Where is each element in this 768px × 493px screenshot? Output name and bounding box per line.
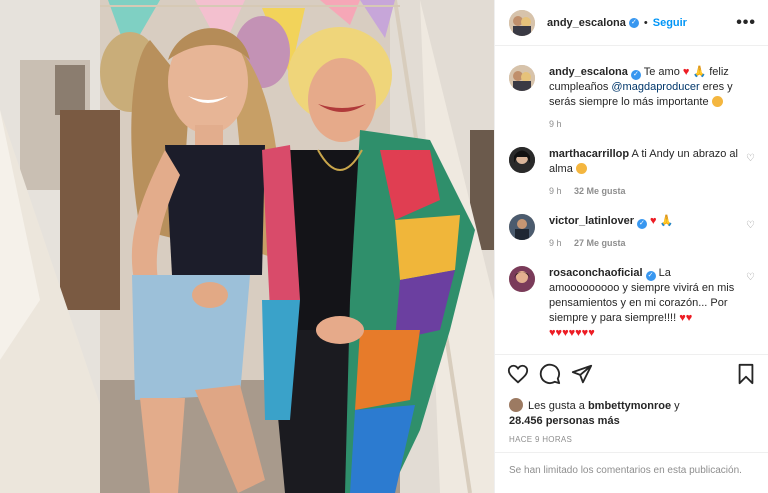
caption-body: andy_escalona ✓ Te amo ♥ 🙏 feliz cumpleañ… (549, 65, 739, 129)
red-heart-emoji: ♥ (682, 66, 690, 78)
verified-icon: ✓ (645, 271, 656, 281)
likes-summary: Les gusta a bmbettymonroe y 28.456 perso… (509, 398, 759, 429)
comments-list[interactable]: andy_escalona ✓ Te amo ♥ 🙏 feliz cumpleañ… (495, 47, 768, 353)
comment-avatar-image (509, 266, 535, 292)
caption-meta: 9 h (549, 119, 739, 129)
comment-text: victor_latinlover ✓ ♥ 🙏 (549, 214, 739, 229)
post-timestamp[interactable]: HACE 9 HORAS (509, 435, 572, 444)
comment-username[interactable]: victor_latinlover (549, 215, 634, 227)
like-comment-heart-icon[interactable]: ♡ (746, 153, 755, 164)
likes-count[interactable]: 28.456 personas más (509, 415, 620, 427)
instagram-post: andy_escalona ✓ • Seguir ••• andy_escalo… (0, 0, 768, 493)
comment-avatar-image (509, 147, 535, 173)
heart-icon[interactable] (507, 363, 529, 385)
caption-avatar[interactable] (509, 65, 535, 91)
caption-avatar-image (509, 65, 535, 91)
separator-dot: • (643, 16, 648, 29)
comment-avatar[interactable] (509, 214, 535, 240)
comment-avatar-image (509, 214, 535, 240)
comment-item: marthacarrillop A ti Andy un abrazo al a… (509, 147, 755, 196)
comment-avatar[interactable] (509, 266, 535, 292)
caption-text: andy_escalona ✓ Te amo ♥ 🙏 feliz cumpleañ… (549, 65, 739, 110)
heart-eyes-emoji (575, 163, 587, 174)
comment-time: 9 h (549, 186, 562, 196)
liker-avatar[interactable] (509, 398, 523, 412)
more-icon[interactable]: ••• (736, 14, 756, 30)
comment-body: marthacarrillop A ti Andy un abrazo al a… (549, 147, 739, 196)
red-heart-emoji: ♥♥ (679, 312, 693, 324)
action-bar (495, 354, 768, 398)
comments-limited-notice: Se han limitado los comentarios en esta … (495, 452, 768, 493)
bookmark-icon[interactable] (735, 363, 757, 385)
share-icon[interactable] (571, 363, 593, 385)
author-avatar[interactable] (509, 9, 535, 36)
praying-hands-emoji: 🙏 (659, 215, 674, 227)
comment-text: marthacarrillop A ti Andy un abrazo al a… (549, 147, 739, 177)
comment-body: victor_latinlover ✓ ♥ 🙏 9 h 27 Me gusta (549, 214, 739, 248)
comment-item: rosaconchaoficial ✓ La amooooooooo y siem… (509, 266, 755, 341)
verified-icon: ✓ (628, 17, 639, 28)
comment-icon[interactable] (539, 363, 561, 385)
follow-button[interactable]: Seguir (653, 17, 687, 29)
caption-username[interactable]: andy_escalona (549, 66, 628, 78)
liker-username[interactable]: bmbettymonroe (588, 400, 671, 412)
like-comment-heart-icon[interactable]: ♡ (746, 220, 755, 231)
caption-time: 9 h (549, 119, 562, 129)
comment-username[interactable]: marthacarrillop (549, 148, 629, 160)
caption-mention[interactable]: @magdaproducer (611, 81, 699, 93)
author-username[interactable]: andy_escalona (547, 17, 626, 29)
comment-username[interactable]: rosaconchaoficial (549, 267, 643, 279)
post-photo[interactable] (0, 0, 494, 493)
verified-icon: ✓ (630, 70, 641, 80)
comment-likes[interactable]: 27 Me gusta (574, 238, 626, 248)
comment-text: rosaconchaoficial ✓ La amooooooooo y siem… (549, 266, 739, 341)
comment-time: 9 h (549, 238, 562, 248)
likes-mid: y (674, 400, 680, 412)
comment-body: rosaconchaoficial ✓ La amooooooooo y siem… (549, 266, 739, 341)
author-avatar-image (509, 9, 535, 36)
red-heart-emoji: ♥ (650, 215, 657, 227)
caption: andy_escalona ✓ Te amo ♥ 🙏 feliz cumpleañ… (509, 65, 755, 129)
praying-hands-emoji: 🙏 (692, 66, 707, 78)
comment-meta: 9 h 32 Me gusta (549, 186, 739, 196)
post-side-panel: andy_escalona ✓ • Seguir ••• andy_escalo… (494, 0, 768, 493)
like-comment-heart-icon[interactable]: ♡ (746, 272, 755, 283)
comment-item: victor_latinlover ✓ ♥ 🙏 9 h 27 Me gusta ♡ (509, 214, 755, 248)
verified-icon: ✓ (636, 219, 647, 229)
comment-meta: 9 h 27 Me gusta (549, 238, 739, 248)
caption-text-1: Te amo (643, 66, 680, 78)
heart-eyes-emoji (711, 96, 723, 107)
comment-avatar[interactable] (509, 147, 535, 173)
red-heart-emoji-row: ♥♥♥♥♥♥♥ (549, 327, 595, 339)
likes-prefix: Les gusta a (528, 400, 585, 412)
post-header: andy_escalona ✓ • Seguir ••• (495, 0, 768, 46)
photo-illustration (0, 0, 494, 493)
comment-likes[interactable]: 32 Me gusta (574, 186, 626, 196)
